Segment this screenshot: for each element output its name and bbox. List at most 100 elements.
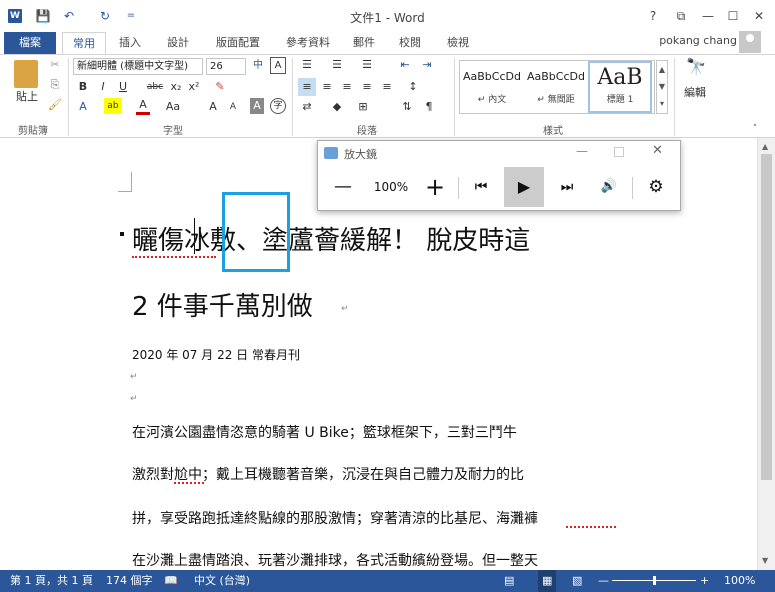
chinese-layout-icon[interactable]: ⇄ [298, 98, 316, 116]
document-heading-line2[interactable]: 2 件事千萬別做 [132, 286, 313, 323]
magnifier-window[interactable]: 放大鏡 — ✕ — 100% + ⏮ ▶ ⏭ 🔊 ⚙ [317, 140, 681, 211]
tab-references[interactable]: 參考資料 [280, 32, 336, 54]
document-paragraph-line[interactable]: 在沙灘上盡情踏浪、玩著沙灘排球，各式活動繽紛登場。但一整天 [132, 550, 538, 570]
proofing-icon[interactable]: 📖 [164, 570, 178, 592]
text-effects-button[interactable]: A [76, 98, 90, 116]
distributed-icon[interactable]: ≡ [378, 78, 396, 96]
user-name[interactable]: pokang chang [659, 34, 737, 47]
font-color-button[interactable]: A [136, 98, 150, 115]
tab-view[interactable]: 檢視 [440, 32, 476, 54]
character-shading-button[interactable]: A [250, 98, 264, 114]
close-button[interactable]: ✕ [748, 5, 770, 27]
borders-icon[interactable]: ⊞ [354, 98, 372, 116]
phonetic-icon[interactable]: 中 [250, 57, 266, 75]
paste-icon[interactable] [14, 60, 38, 88]
character-border-icon[interactable]: A [270, 57, 286, 74]
zoom-slider-thumb[interactable] [653, 576, 656, 585]
tab-review[interactable]: 校閱 [392, 32, 428, 54]
align-center-icon[interactable]: ≡ [318, 78, 336, 96]
vertical-scrollbar[interactable]: ▲ ▼ [757, 138, 775, 570]
font-name-select[interactable]: 新細明體 (標題中文字型) [73, 58, 203, 75]
justify-icon[interactable]: ≡ [358, 78, 376, 96]
magnifier-close-button[interactable]: ✕ [652, 143, 663, 158]
read-mode-icon[interactable]: ▤ [504, 570, 514, 592]
sort-icon[interactable]: ⇅ [398, 98, 416, 116]
print-layout-icon[interactable]: ▦ [538, 570, 557, 592]
document-heading-line1[interactable]: 曬傷冰敷、塗蘆薈緩解！ 脫皮時這 [132, 220, 530, 257]
language-indicator[interactable]: 中文 (台灣) [194, 570, 250, 592]
highlight-button[interactable]: ab [104, 98, 122, 114]
scroll-up-icon[interactable]: ▲ [762, 142, 768, 151]
read-from-here-icon[interactable]: 🔊 [594, 167, 624, 207]
document-date-line[interactable]: 2020 年 07 月 22 日 常春月刊 [132, 346, 300, 363]
increase-indent-icon[interactable]: ⇥ [418, 56, 436, 74]
editing-button-label[interactable]: 編輯 [680, 84, 710, 102]
collapse-ribbon-icon[interactable]: ˄ [748, 120, 762, 138]
scroll-thumb[interactable] [761, 154, 772, 480]
style-no-spacing[interactable]: AaBbCcDd ↵ 無間距 [524, 61, 588, 113]
tab-layout[interactable]: 版面配置 [210, 32, 266, 54]
page-count[interactable]: 第 1 頁，共 1 頁 [10, 570, 93, 592]
find-icon[interactable]: 🔭 [684, 58, 708, 76]
zoom-percentage[interactable]: 100% [724, 570, 755, 592]
copy-icon[interactable]: ⎘ [46, 76, 64, 94]
shrink-font-button[interactable]: A [226, 98, 240, 116]
decrease-indent-icon[interactable]: ⇤ [396, 56, 414, 74]
clear-format-icon[interactable]: ✎ [212, 78, 228, 96]
web-layout-icon[interactable]: ▧ [572, 570, 582, 592]
settings-gear-icon[interactable]: ⚙ [640, 167, 672, 207]
subscript-button[interactable]: x₂ [168, 78, 184, 96]
styles-gallery[interactable]: AaBbCcDd ↵ 內文 AaBbCcDd ↵ 無間距 AaB 標題 1 [459, 60, 655, 114]
maximize-button[interactable]: ☐ [722, 5, 744, 27]
read-from-start-icon[interactable]: ⏮ [466, 167, 496, 207]
format-painter-icon[interactable]: 🖌 [46, 96, 64, 114]
tab-home[interactable]: 常用 [62, 32, 106, 55]
help-button[interactable]: ? [642, 5, 664, 27]
tab-file[interactable]: 檔案 [4, 32, 56, 54]
multilevel-list-icon[interactable]: ☰ [358, 56, 376, 74]
align-right-icon[interactable]: ≡ [338, 78, 356, 96]
tab-insert[interactable]: 插入 [112, 32, 148, 54]
tab-mailings[interactable]: 郵件 [346, 32, 382, 54]
shading-icon[interactable]: ◆ [328, 98, 346, 116]
style-heading-1[interactable]: AaB 標題 1 [588, 61, 652, 113]
style-name: 標題 1 [606, 95, 634, 105]
play-icon[interactable]: ▶ [504, 167, 544, 207]
magnifier-maximize-button[interactable] [614, 147, 624, 157]
zoom-slider[interactable] [612, 576, 696, 585]
cut-icon[interactable]: ✂ [46, 56, 64, 74]
bold-button[interactable]: B [76, 78, 90, 96]
scroll-down-icon[interactable]: ▼ [762, 556, 768, 565]
numbering-icon[interactable]: ☰ [328, 56, 346, 74]
styles-scroll-icon[interactable]: ▲ ▼ ▾ [656, 60, 668, 114]
paste-button-label[interactable]: 貼上 [10, 88, 44, 106]
zoom-out-icon[interactable]: — [598, 570, 609, 592]
document-paragraph-line[interactable]: 激烈對尬中；戴上耳機聽著音樂，沉浸在與自己體力及耐力的比 [132, 464, 524, 484]
grow-font-button[interactable]: A [206, 98, 220, 116]
avatar[interactable] [739, 31, 761, 53]
strikethrough-button[interactable]: abc [144, 78, 166, 96]
document-paragraph-line[interactable]: 在河濱公園盡情恣意的騎著 U Bike；籃球框架下，三對三鬥牛 [132, 422, 517, 442]
zoom-in-button[interactable]: + [420, 167, 450, 207]
enclose-characters-button[interactable]: 字 [270, 98, 286, 114]
style-normal[interactable]: AaBbCcDd ↵ 內文 [460, 61, 524, 113]
minimize-button[interactable]: — [697, 5, 719, 27]
line-spacing-icon[interactable]: ↕ [404, 78, 422, 96]
font-size-select[interactable]: 26 [206, 58, 246, 75]
group-divider [292, 58, 293, 136]
change-case-button[interactable]: Aa [162, 98, 184, 116]
magnifier-minimize-button[interactable]: — [576, 144, 588, 158]
document-paragraph-line[interactable]: 拼，享受路跑抵達終點線的那股激情；穿著清涼的比基尼、海灘褲 [132, 508, 538, 528]
underline-button[interactable]: U [116, 78, 130, 96]
word-count[interactable]: 174 個字 [106, 570, 153, 592]
align-left-icon[interactable]: ≡ [298, 78, 316, 96]
bullets-icon[interactable]: ☰ [298, 56, 316, 74]
ribbon-display-button[interactable]: ⧉ [670, 5, 692, 27]
tab-design[interactable]: 設計 [160, 32, 196, 54]
show-marks-icon[interactable]: ¶ [420, 98, 438, 116]
italic-button[interactable]: I [96, 78, 110, 96]
next-icon[interactable]: ⏭ [552, 167, 582, 207]
zoom-in-icon[interactable]: + [700, 570, 709, 592]
superscript-button[interactable]: x² [186, 78, 202, 96]
zoom-out-button[interactable]: — [328, 167, 358, 207]
